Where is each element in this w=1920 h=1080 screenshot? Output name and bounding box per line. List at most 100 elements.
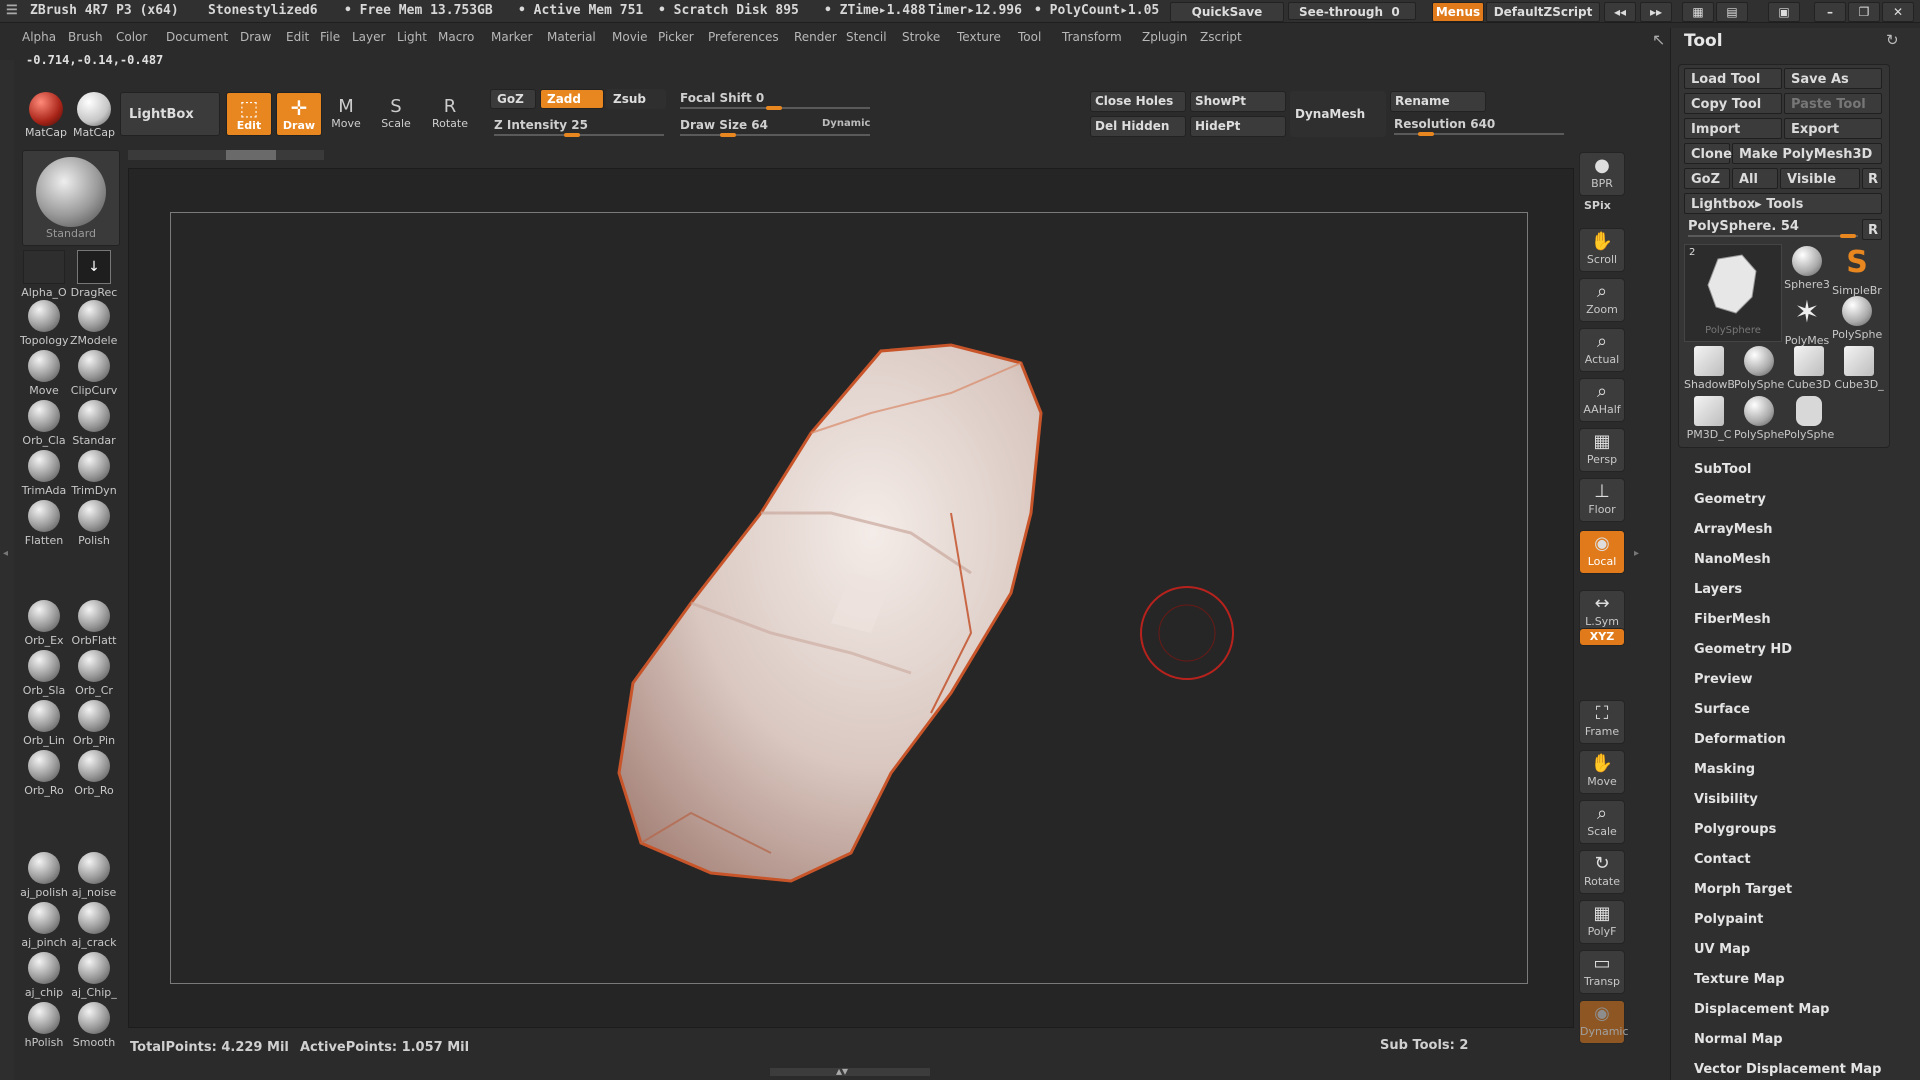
shelf-floor-button[interactable]: ⊥ Floor <box>1579 478 1625 522</box>
shelf-zoom-button[interactable]: ⌕ Zoom <box>1579 278 1625 322</box>
stroke-button[interactable]: ↓ DragRec <box>70 250 118 299</box>
menu-marker[interactable]: Marker <box>491 30 532 44</box>
shelf-dynamic-button[interactable]: ◉ Dynamic <box>1579 1000 1629 1044</box>
brush-item[interactable]: Standar <box>70 400 118 447</box>
menu-stencil[interactable]: Stencil <box>846 30 887 44</box>
menu-preferences[interactable]: Preferences <box>708 30 779 44</box>
menu-texture[interactable]: Texture <box>957 30 1001 44</box>
draw-size-slider[interactable]: Draw Size 64 <box>680 118 768 132</box>
brush-item[interactable]: ClipCurv <box>70 350 118 397</box>
brush-item[interactable]: Polish <box>70 500 118 547</box>
brush-item[interactable]: Orb_Ro <box>70 750 118 797</box>
shelf-aahalf-button[interactable]: ⌕ AAHalf <box>1579 378 1625 422</box>
shelf-rotate-button[interactable]: ↻ Rotate <box>1579 850 1625 894</box>
tool-section-surface[interactable]: Surface <box>1694 702 1750 717</box>
brush-item[interactable]: OrbFlatt <box>70 600 118 647</box>
brush-item[interactable]: hPolish <box>20 1002 68 1049</box>
dynamesh-button[interactable]: DynaMesh <box>1290 91 1386 137</box>
shelf-persp-button[interactable]: ▦ Persp <box>1579 428 1625 472</box>
layout-icon[interactable]: ▦ <box>1682 2 1714 22</box>
bottom-scroll[interactable] <box>770 1068 930 1076</box>
menu-document[interactable]: Document <box>166 30 228 44</box>
shelf-frame-button[interactable]: ⛶ Frame <box>1579 700 1625 744</box>
goz-tool-button[interactable]: GoZ <box>1684 168 1730 189</box>
shelf-move-button[interactable]: ✋ Move <box>1579 750 1625 794</box>
brush-item[interactable]: aj_noise <box>70 852 118 899</box>
chevron-icon[interactable]: ▴▾ <box>836 1064 848 1078</box>
tool-section-normal-map[interactable]: Normal Map <box>1694 1032 1783 1047</box>
current-tool-slider[interactable]: PolySphere. 54 <box>1688 219 1799 234</box>
dynamic-toggle[interactable]: Dynamic <box>822 118 870 129</box>
spix-slider[interactable]: SPix <box>1584 199 1611 212</box>
shelf-scroll-button[interactable]: ✋ Scroll <box>1579 228 1625 272</box>
brush-item[interactable]: aj_pinch <box>20 902 68 949</box>
brush-item[interactable]: Orb_Sla <box>20 650 68 697</box>
layout2-icon[interactable]: ▤ <box>1716 2 1748 22</box>
tool-section-preview[interactable]: Preview <box>1694 672 1753 687</box>
next-icon[interactable]: ▸▸ <box>1640 2 1672 22</box>
lock-icon[interactable]: ▣ <box>1768 2 1800 22</box>
paste-tool-button[interactable]: Paste Tool <box>1784 93 1882 114</box>
prev-icon[interactable]: ◂◂ <box>1604 2 1636 22</box>
shelf-bpr-button[interactable]: ● BPR <box>1579 152 1625 196</box>
tool-thumb[interactable]: ShadowB <box>1684 346 1734 391</box>
restore-icon[interactable]: ❐ <box>1848 2 1880 22</box>
shelf-scale-button[interactable]: ⌕ Scale <box>1579 800 1625 844</box>
tool-thumb[interactable]: Cube3D <box>1784 346 1834 391</box>
brush-item[interactable]: Orb_Ex <box>20 600 68 647</box>
tool-thumb[interactable]: Sphere3 <box>1782 246 1832 291</box>
tool-thumb[interactable]: PolySphe <box>1784 396 1834 441</box>
focal-shift-knob[interactable] <box>766 106 782 110</box>
reset-icon[interactable]: ↻ <box>1886 31 1899 49</box>
rotate-button[interactable]: R Rotate <box>428 96 472 130</box>
menus-button[interactable]: Menus <box>1432 2 1484 22</box>
menu-edit[interactable]: Edit <box>286 30 309 44</box>
copy-tool-button[interactable]: Copy Tool <box>1684 93 1782 114</box>
resolution-knob[interactable] <box>1418 132 1434 136</box>
right-collapse-icon[interactable]: ▸ <box>1634 548 1639 559</box>
tool-section-deformation[interactable]: Deformation <box>1694 732 1786 747</box>
tool-section-polypaint[interactable]: Polypaint <box>1694 912 1763 927</box>
menu-transform[interactable]: Transform <box>1062 30 1122 44</box>
menu-macro[interactable]: Macro <box>438 30 474 44</box>
shelf-transp-button[interactable]: ▭ Transp <box>1579 950 1625 994</box>
menu-material[interactable]: Material <box>547 30 596 44</box>
left-collapse-icon[interactable]: ◂ <box>3 548 8 559</box>
import-button[interactable]: Import <box>1684 118 1782 139</box>
brush-item[interactable]: Orb_Cr <box>70 650 118 697</box>
resolution-slider[interactable]: Resolution 640 <box>1394 117 1495 131</box>
z-intensity-slider[interactable]: Z Intensity 25 <box>494 118 588 132</box>
tool-section-displacement-map[interactable]: Displacement Map <box>1694 1002 1829 1017</box>
all-button[interactable]: All <box>1732 168 1778 189</box>
shelf-local-button[interactable]: ◉ Local <box>1579 530 1625 574</box>
matcap-white-button[interactable]: MatCap <box>72 92 116 139</box>
brush-item[interactable]: Move <box>20 350 68 397</box>
tool-thumb[interactable]: PM3D_C <box>1684 396 1734 441</box>
tool-thumb[interactable]: PolySphe <box>1734 396 1784 441</box>
rename-button[interactable]: Rename <box>1390 91 1486 112</box>
seethrough-slider[interactable]: See-through 0 <box>1288 2 1416 20</box>
brush-item[interactable]: Flatten <box>20 500 68 547</box>
shelf-polyf-button[interactable]: ▦ PolyF <box>1579 900 1625 944</box>
menu-alpha[interactable]: Alpha <box>22 30 56 44</box>
brush-item[interactable]: aj_polish <box>20 852 68 899</box>
brush-item[interactable]: Smooth <box>70 1002 118 1049</box>
brush-item[interactable]: Orb_Pin <box>70 700 118 747</box>
current-tool-thumb[interactable]: 2 PolySphere <box>1684 244 1782 342</box>
lightbox-tools-button[interactable]: Lightbox▸ Tools <box>1684 193 1882 214</box>
document-canvas[interactable] <box>170 212 1528 984</box>
menu-brush[interactable]: Brush <box>68 30 103 44</box>
brush-item[interactable]: aj_crack <box>70 902 118 949</box>
menu-zplugin[interactable]: Zplugin <box>1142 30 1187 44</box>
menu-draw[interactable]: Draw <box>240 30 271 44</box>
tool-section-morph-target[interactable]: Morph Target <box>1694 882 1792 897</box>
tool-thumb[interactable]: PolySphe <box>1832 296 1882 341</box>
tool-section-arraymesh[interactable]: ArrayMesh <box>1694 522 1772 537</box>
draw-size-knob[interactable] <box>720 133 736 137</box>
brush-item[interactable]: aj_chip <box>20 952 68 999</box>
zsub-button[interactable]: Zsub <box>606 89 666 109</box>
close-icon[interactable]: ✕ <box>1882 2 1914 22</box>
menu-color[interactable]: Color <box>116 30 147 44</box>
tool-section-layers[interactable]: Layers <box>1694 582 1742 597</box>
tool-thumb[interactable]: S SimpleBr <box>1832 246 1882 298</box>
